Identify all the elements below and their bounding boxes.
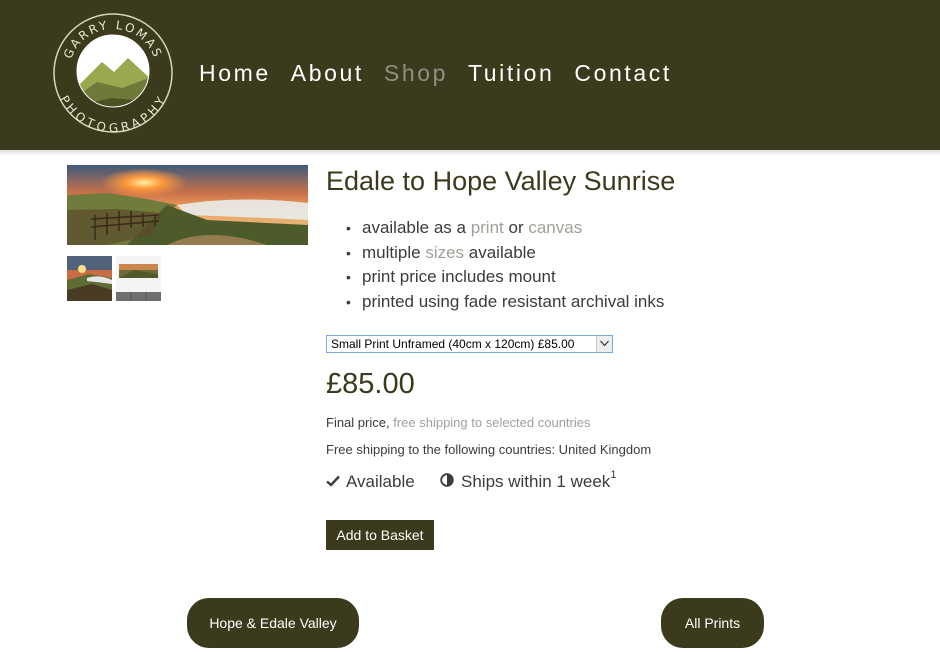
- canvas-link[interactable]: canvas: [528, 218, 582, 237]
- chevron-down-icon[interactable]: [596, 336, 612, 352]
- nav-contact[interactable]: Contact: [574, 58, 671, 88]
- mountain-logo-icon: GARRY LOMAS PHOTOGRAPHY: [53, 13, 173, 135]
- print-link[interactable]: print: [471, 218, 504, 237]
- product-title: Edale to Hope Valley Sunrise: [326, 166, 676, 196]
- size-select-value: Small Print Unframed (40cm x 120cm) £85.…: [331, 337, 575, 351]
- site-header: GARRY LOMAS PHOTOGRAPHY Home About Shop …: [0, 0, 940, 150]
- product-features: available as a print or canvas multiple …: [346, 216, 664, 314]
- nav-home[interactable]: Home: [199, 58, 271, 88]
- final-price-note: Final price, free shipping to selected c…: [326, 415, 591, 430]
- all-prints-button[interactable]: All Prints: [661, 598, 764, 648]
- product-thumbnail[interactable]: [67, 256, 112, 301]
- free-shipping-link[interactable]: free shipping to selected countries: [393, 415, 590, 430]
- shipping-countries: Free shipping to the following countries…: [326, 442, 652, 457]
- size-select[interactable]: Small Print Unframed (40cm x 120cm) £85.…: [326, 335, 613, 353]
- logo[interactable]: GARRY LOMAS PHOTOGRAPHY: [52, 12, 174, 135]
- shipping-time: Ships within 1 week 1: [440, 469, 616, 492]
- product-main-image[interactable]: [67, 165, 308, 245]
- nav-shop[interactable]: Shop: [384, 58, 448, 88]
- list-item: print price includes mount: [346, 265, 664, 290]
- nav-tuition[interactable]: Tuition: [468, 58, 554, 88]
- nav-about[interactable]: About: [291, 58, 364, 88]
- half-circle-icon: [440, 472, 454, 492]
- sizes-link[interactable]: sizes: [425, 243, 464, 262]
- list-item: available as a print or canvas: [346, 216, 664, 241]
- add-to-basket-button[interactable]: Add to Basket: [326, 520, 434, 550]
- previous-gallery-button[interactable]: Hope & Edale Valley: [187, 598, 359, 648]
- list-item: multiple sizes available: [346, 241, 664, 266]
- check-icon: [326, 472, 340, 492]
- header-shadow: [0, 150, 940, 156]
- list-item: printed using fade resistant archival in…: [346, 290, 664, 315]
- footnote-marker[interactable]: 1: [610, 469, 616, 481]
- main-nav: Home About Shop Tuition Contact: [199, 58, 692, 88]
- product-thumbnail[interactable]: [116, 256, 161, 301]
- product-price: £85.00: [326, 368, 415, 400]
- availability-status: Available: [326, 472, 415, 492]
